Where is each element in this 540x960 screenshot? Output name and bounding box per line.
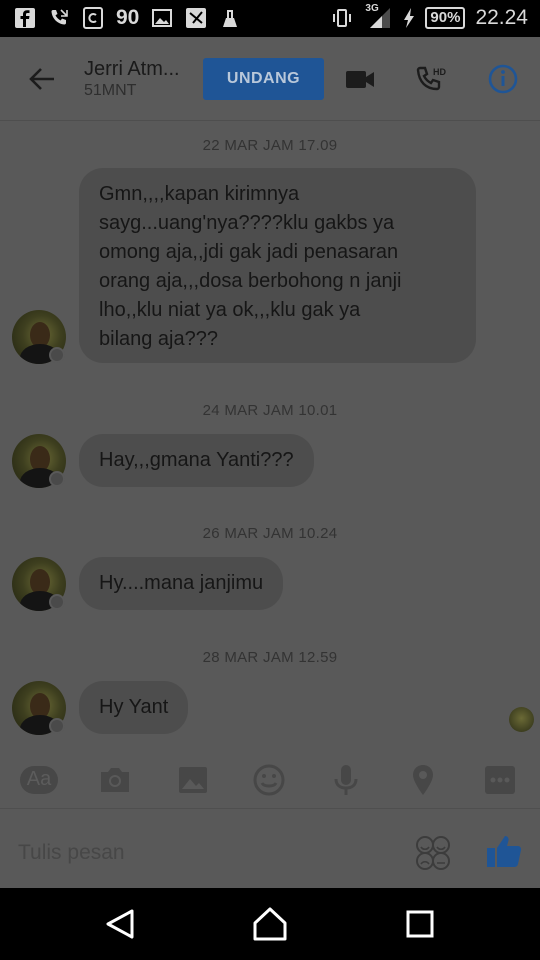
video-camera-icon[interactable] xyxy=(343,63,377,95)
microphone-icon[interactable] xyxy=(328,763,364,797)
network-type: 3G xyxy=(365,3,379,14)
contact-last-active: 51MNT xyxy=(84,82,137,99)
messenger-badge-icon xyxy=(49,594,65,610)
contact-name[interactable]: Jerri Atm... xyxy=(84,58,180,81)
svg-text:HD: HD xyxy=(433,67,446,77)
message-line: sayg...uang'nya????klu gakbs ya xyxy=(99,212,395,234)
message-timestamp: 24 MAR JAM 10.01 xyxy=(202,402,338,419)
clock: 22.24 xyxy=(475,6,528,29)
message-line: Hy Yant xyxy=(99,696,169,718)
message-line: orang aja,,,dosa berbohong n janji xyxy=(99,270,402,292)
signal-icon: 3G xyxy=(363,3,393,29)
thumbs-up-icon[interactable] xyxy=(484,831,524,871)
divider xyxy=(0,808,540,809)
message-timestamp: 22 MAR JAM 17.09 xyxy=(202,137,338,154)
message-timestamp: 28 MAR JAM 12.59 xyxy=(202,649,338,666)
chat-screen: Jerri Atm... 51MNT UNDANG HD 22 MAR JAM … xyxy=(0,37,540,888)
battery-level: 90% xyxy=(425,7,466,29)
charging-icon xyxy=(403,7,415,29)
home-nav-icon[interactable] xyxy=(252,906,288,942)
notification-count: 90 xyxy=(116,6,140,29)
message-input[interactable] xyxy=(18,836,398,870)
message-line: Gmn,,,,kapan kirimnya xyxy=(99,183,300,205)
image-icon xyxy=(151,7,173,29)
message-line: Hy....mana janjimu xyxy=(99,572,264,594)
message-timestamp: 26 MAR JAM 10.24 xyxy=(202,525,338,542)
camera-icon[interactable] xyxy=(97,763,133,797)
gallery-icon[interactable] xyxy=(175,763,211,797)
message-bubble[interactable]: Hay,,,gmana Yanti??? xyxy=(79,434,314,487)
facebook-icon xyxy=(14,7,36,29)
message-line: Hay,,,gmana Yanti??? xyxy=(99,449,294,471)
messenger-badge-icon xyxy=(49,347,65,363)
clean-icon xyxy=(219,7,241,29)
message-line: bilang aja??? xyxy=(99,328,218,350)
back-nav-icon[interactable] xyxy=(102,906,138,942)
missed-call-icon xyxy=(48,7,70,29)
messenger-badge-icon xyxy=(49,718,65,734)
tools-icon xyxy=(185,7,207,29)
hd-phone-icon[interactable]: HD xyxy=(414,63,448,95)
message-bubble[interactable]: Gmn,,,,kapan kirimnya sayg...uang'nya???… xyxy=(79,168,476,363)
chat-header: Jerri Atm... 51MNT UNDANG HD xyxy=(0,37,540,121)
messenger-badge-icon xyxy=(49,471,65,487)
arrow-left-icon[interactable] xyxy=(24,61,60,97)
message-bubble[interactable]: Hy....mana janjimu xyxy=(79,557,284,610)
message-line: lho,,klu niat ya ok,,,klu gak ya xyxy=(99,299,361,321)
text-style-label: Aa xyxy=(26,768,52,790)
vibrate-icon xyxy=(331,7,353,29)
more-icon[interactable] xyxy=(482,763,518,797)
message-bubble[interactable]: Hy Yant xyxy=(79,681,189,734)
emoji-icon[interactable] xyxy=(251,763,287,797)
system-nav-bar xyxy=(0,888,540,960)
text-style-button[interactable]: Aa xyxy=(19,763,59,797)
message-line: omong aja,,jdi gak jadi penasaran xyxy=(99,241,399,263)
sticker-icon[interactable] xyxy=(414,834,452,872)
read-receipt-avatar xyxy=(509,707,534,732)
status-bar: 90 3G 90% 22.24 xyxy=(0,0,540,37)
app-c-icon xyxy=(82,7,104,29)
location-icon[interactable] xyxy=(405,763,441,797)
invite-button[interactable]: UNDANG xyxy=(203,58,324,100)
composer-toolbar: Aa xyxy=(0,757,540,803)
recents-nav-icon[interactable] xyxy=(402,906,438,942)
info-icon[interactable] xyxy=(486,63,520,95)
